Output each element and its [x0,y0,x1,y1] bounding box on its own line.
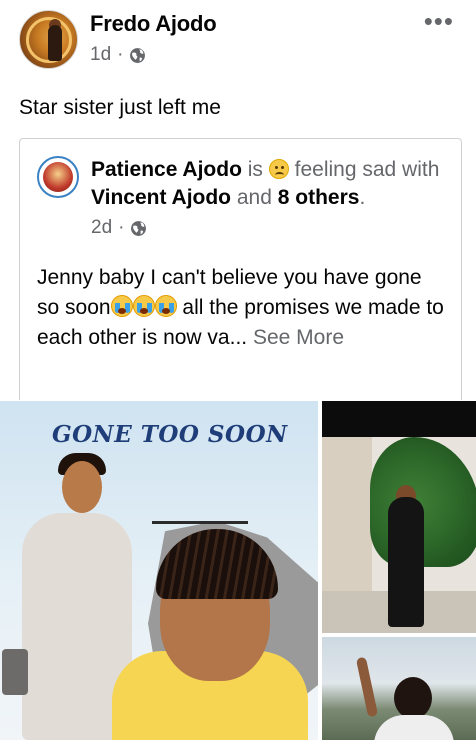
avatar-figure [48,25,62,61]
crying-face-icon [154,295,177,317]
photo-standing-outdoor[interactable] [322,401,476,633]
sad-face-icon [268,159,289,179]
shared-post-time[interactable]: 2d [91,217,112,239]
meta-separator: · [117,44,124,65]
crying-face-icon [110,295,133,317]
post-time[interactable]: 1d [90,44,111,66]
handbag [2,649,28,695]
and-text: and [236,186,272,209]
frame-line [152,521,248,524]
photo-building [322,437,372,607]
feeling-text[interactable]: feeling sad [295,158,397,181]
photo-raised-arm [355,656,379,718]
post-header: Fredo Ajodo 1d · ••• [0,0,476,80]
post-meta: 1d · [90,44,146,66]
others-link[interactable]: 8 others [278,186,360,209]
see-more-link[interactable]: See More [253,326,344,349]
photo-grid: GONE TOO SOON [0,401,476,740]
shared-author-name[interactable]: Patience Ajodo [91,158,242,181]
shared-meta-separator: · [118,217,125,238]
globe-icon [131,220,147,236]
tagged-person[interactable]: Vincent Ajodo [91,186,231,209]
crying-face-icon [132,295,155,317]
shared-post-headline: Patience Ajodo is feeling sad with Vince… [91,156,456,212]
globe-icon [130,47,146,63]
figure-head [62,461,102,513]
shared-post-body: Jenny baby I can't believe you have gone… [37,263,447,353]
photo-person-top [374,715,454,740]
post-text: Star sister just left me [19,96,221,119]
photo-caption: GONE TOO SOON [52,421,288,448]
photo-waving[interactable] [322,637,476,740]
shared-author-avatar[interactable] [37,156,79,198]
post-author-name[interactable]: Fredo Ajodo [90,11,217,37]
photo-person [388,497,424,627]
shared-post-meta: 2d · [91,217,147,239]
is-text: is [247,158,263,181]
with-text: with [402,158,440,181]
shared-post-card[interactable]: Patience Ajodo is feeling sad with Vince… [19,138,462,400]
photo-dark-band [322,401,476,437]
author-avatar[interactable] [19,10,78,69]
shared-avatar-image [43,162,73,192]
photo-memorial-collage[interactable]: GONE TOO SOON [0,401,318,740]
headline-period: . [359,186,366,209]
more-options-button[interactable]: ••• [424,8,454,34]
photo-person-head [394,677,432,719]
